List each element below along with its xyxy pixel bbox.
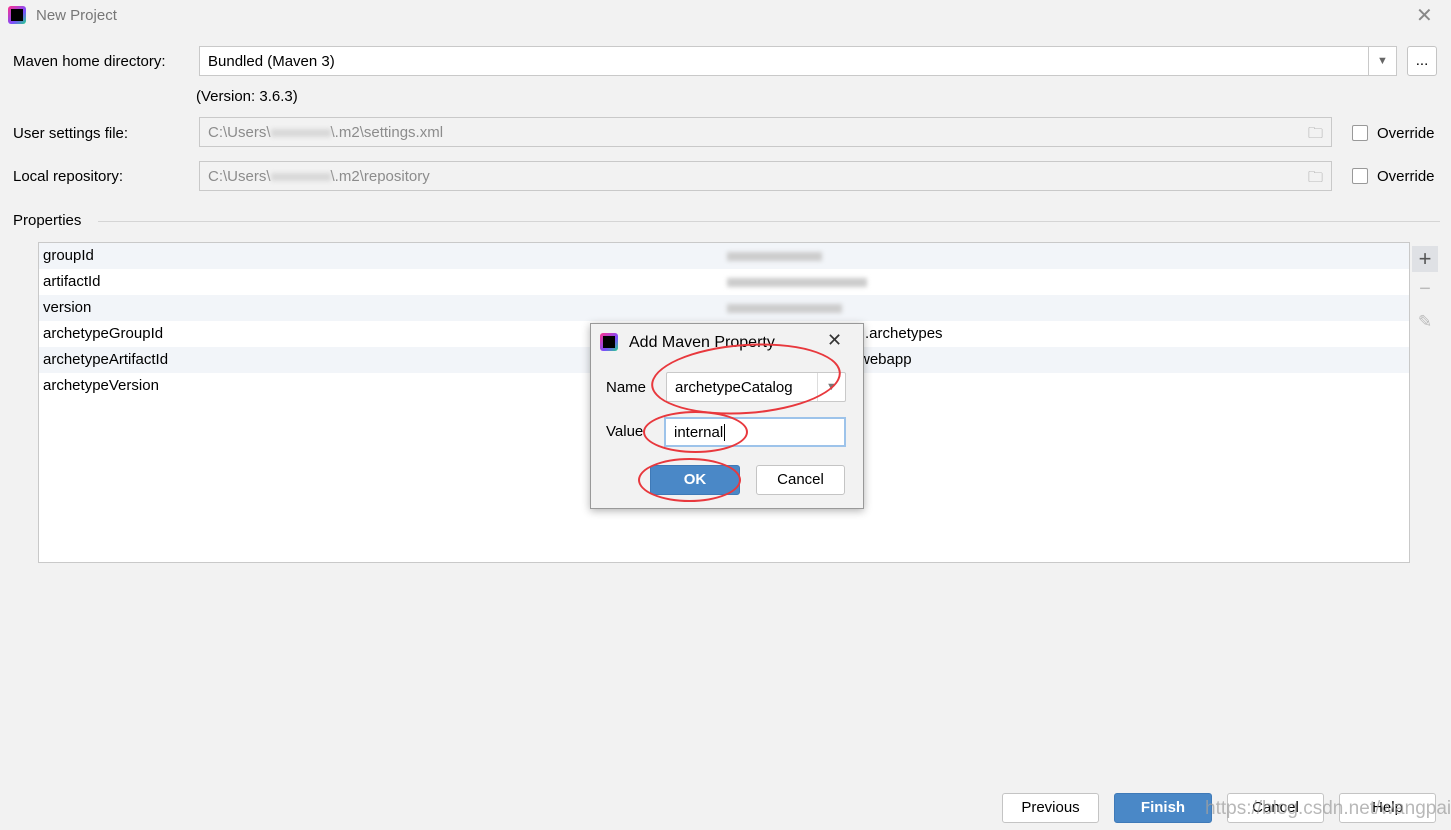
prop-name: archetypeVersion bbox=[43, 377, 159, 394]
window-title: New Project bbox=[36, 7, 117, 24]
edit-icon[interactable]: ✎ bbox=[1412, 312, 1438, 332]
close-icon[interactable]: ✕ bbox=[827, 330, 842, 351]
redacted bbox=[727, 278, 867, 287]
value-label: Value bbox=[606, 423, 644, 440]
annotation-circle bbox=[643, 411, 748, 453]
properties-label: Properties bbox=[13, 212, 82, 229]
close-icon[interactable]: ✕ bbox=[1416, 3, 1433, 28]
override-label: Override bbox=[1377, 168, 1435, 185]
local-repo-input[interactable]: C:\Users\ \.m2\repository 🗀 bbox=[199, 161, 1332, 191]
intellij-logo-icon bbox=[8, 6, 26, 24]
table-row[interactable]: version bbox=[39, 295, 1409, 321]
add-icon[interactable]: + bbox=[1412, 246, 1438, 272]
prop-value: .archetypes bbox=[865, 325, 943, 342]
add-maven-property-dialog: Add Maven Property ✕ Name archetypeCatal… bbox=[590, 323, 864, 509]
path-suffix: \.m2\repository bbox=[330, 168, 430, 185]
maven-home-label: Maven home directory: bbox=[13, 53, 166, 70]
prop-name: groupId bbox=[43, 247, 94, 264]
prop-name: artifactId bbox=[43, 273, 101, 290]
remove-icon[interactable]: − bbox=[1412, 278, 1438, 301]
table-toolbar: + − ✎ bbox=[1410, 242, 1440, 563]
maven-home-value: Bundled (Maven 3) bbox=[208, 53, 335, 70]
name-label: Name bbox=[606, 379, 647, 396]
folder-icon[interactable]: 🗀 bbox=[1308, 123, 1323, 148]
override-label: Override bbox=[1377, 125, 1435, 142]
folder-icon[interactable]: 🗀 bbox=[1308, 167, 1323, 192]
browse-button[interactable]: ... bbox=[1407, 46, 1437, 76]
redacted bbox=[270, 173, 331, 181]
prop-name: archetypeArtifactId bbox=[43, 351, 169, 368]
table-row[interactable]: groupId bbox=[39, 243, 1409, 269]
prop-name: archetypeGroupId bbox=[43, 325, 164, 342]
override-repo-checkbox[interactable] bbox=[1352, 168, 1368, 184]
redacted bbox=[727, 252, 822, 261]
prop-value: webapp bbox=[859, 351, 912, 368]
override-settings-checkbox[interactable] bbox=[1352, 125, 1368, 141]
annotation-circle bbox=[638, 458, 741, 502]
local-repo-label: Local repository: bbox=[13, 168, 124, 185]
prop-name: version bbox=[43, 299, 92, 316]
path-prefix: C:\Users\ bbox=[208, 124, 271, 141]
cancel-button[interactable]: Cancel bbox=[756, 465, 845, 495]
path-prefix: C:\Users\ bbox=[208, 168, 271, 185]
chevron-down-icon[interactable]: ▼ bbox=[1368, 47, 1396, 75]
path-suffix: \.m2\settings.xml bbox=[330, 124, 444, 141]
previous-button[interactable]: Previous bbox=[1002, 793, 1099, 823]
redacted bbox=[727, 304, 842, 313]
maven-version: (Version: 3.6.3) bbox=[196, 88, 298, 105]
divider bbox=[98, 221, 1440, 222]
user-settings-input[interactable]: C:\Users\ \.m2\settings.xml 🗀 bbox=[199, 117, 1332, 147]
watermark: https://blog.csdn.net/wangpaiblog bbox=[1205, 798, 1451, 819]
intellij-logo-icon bbox=[600, 333, 618, 351]
table-row[interactable]: artifactId bbox=[39, 269, 1409, 295]
user-settings-label: User settings file: bbox=[13, 125, 129, 142]
maven-home-select[interactable]: Bundled (Maven 3) ▼ bbox=[199, 46, 1397, 76]
redacted bbox=[270, 129, 331, 137]
finish-button[interactable]: Finish bbox=[1114, 793, 1212, 823]
